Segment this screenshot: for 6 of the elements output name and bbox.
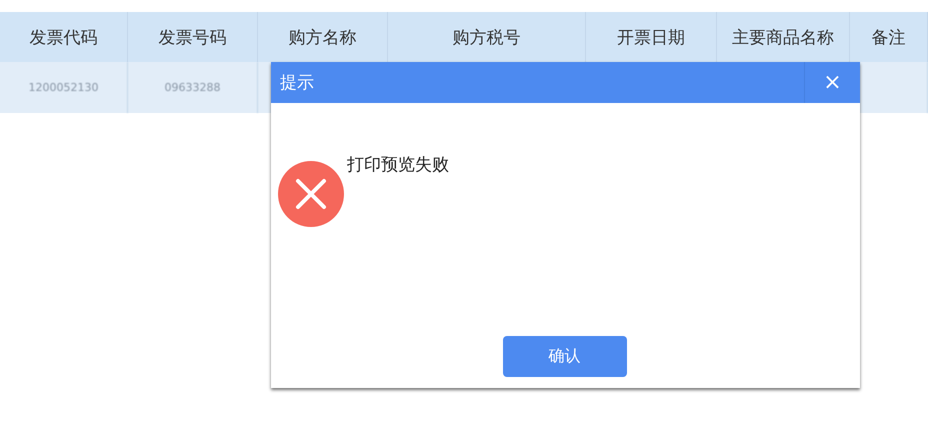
error-icon: [278, 161, 344, 227]
error-message: 打印预览失败: [347, 154, 449, 176]
table-cell: 1200052130: [0, 62, 128, 113]
dialog-title: 提示: [279, 72, 314, 94]
confirm-button[interactable]: 确认: [502, 336, 626, 377]
table-cell: 09633288: [128, 62, 258, 113]
